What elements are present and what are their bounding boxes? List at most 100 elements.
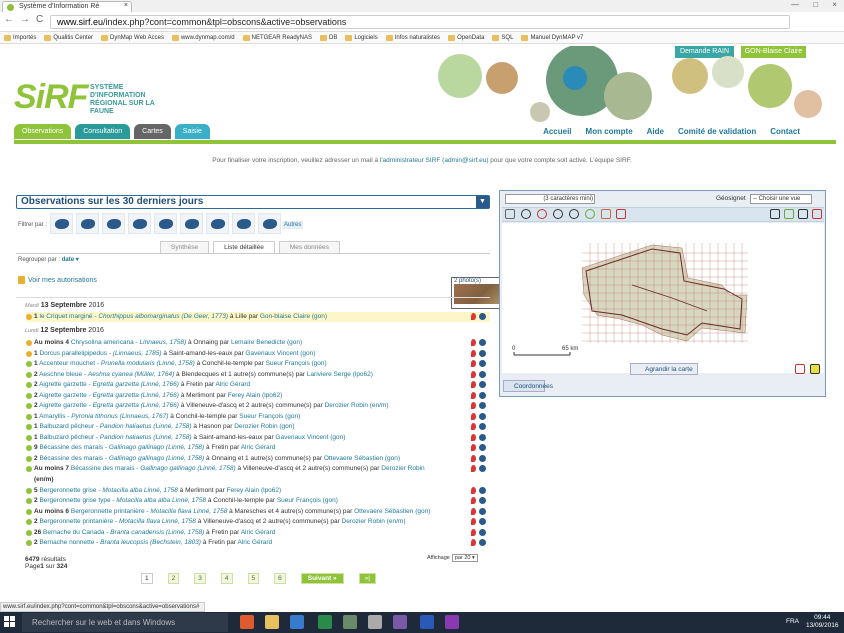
obs-observer-link[interactable]: Sueur François (gon): [277, 497, 338, 504]
admin-mail-link[interactable]: l'administrateur SIRF (admin@sirf.eu): [380, 157, 489, 164]
info-icon[interactable]: [479, 434, 486, 441]
map-pin-icon[interactable]: [471, 487, 476, 494]
map-pin-icon[interactable]: [471, 518, 476, 525]
top-menu-link[interactable]: Aide: [647, 127, 664, 136]
observation-row[interactable]: 2 Bernache nonnette - Branta leucopsis (…: [26, 538, 490, 548]
pin-tool-icon[interactable]: [795, 364, 805, 374]
forward-icon[interactable]: →: [20, 14, 30, 25]
app-taskbar-icon[interactable]: [343, 615, 357, 629]
draw-icon[interactable]: [616, 209, 626, 219]
filter-autres-button[interactable]: Autres: [282, 221, 304, 229]
bookmark-item[interactable]: DB: [320, 34, 337, 41]
next-page-button[interactable]: Suivant »: [300, 573, 344, 584]
map-pin-icon[interactable]: [471, 371, 476, 378]
app2-taskbar-icon[interactable]: [368, 615, 382, 629]
regroup-select[interactable]: date ▾: [62, 257, 79, 263]
obs-species-link[interactable]: Amaryllis - Pyronia tithonus (Linnaeus, …: [39, 413, 168, 420]
url-input[interactable]: www.sirf.eu/index.php?cont=common&tpl=ob…: [50, 15, 790, 29]
map-pin-icon[interactable]: [471, 529, 476, 536]
info-icon[interactable]: [479, 455, 486, 462]
obs-species-link[interactable]: Aeschne bleue - Aeshna cyanea (Müller, 1…: [39, 371, 174, 378]
map-pin-icon[interactable]: [471, 402, 476, 409]
filter-dragonfly[interactable]: [50, 213, 73, 234]
word-taskbar-icon[interactable]: [420, 615, 434, 629]
layers-icon[interactable]: [784, 209, 794, 219]
info-icon[interactable]: [479, 487, 486, 494]
info-icon[interactable]: [479, 402, 486, 409]
map-pin-icon[interactable]: [471, 444, 476, 451]
chrome-taskbar-icon[interactable]: [240, 615, 254, 629]
obs-species-link[interactable]: Bécassine des marais - Gallinago gallina…: [71, 465, 236, 472]
bookmark-item[interactable]: Infos naturalistes: [385, 34, 440, 41]
map-view[interactable]: 0 65 km: [502, 223, 824, 373]
obs-observer-link[interactable]: Gon-blaise Claire (gon): [260, 313, 327, 320]
bookmark-item[interactable]: Qualitis Center: [44, 34, 93, 41]
map-pin-icon[interactable]: [471, 350, 476, 357]
obs-species-link[interactable]: Aigrette garzette - Egretta garzetta (Li…: [39, 381, 179, 388]
top-menu-link[interactable]: Mon compte: [586, 127, 633, 136]
app4-taskbar-icon[interactable]: [445, 615, 459, 629]
obs-species-link[interactable]: Bergeronnette printanière - Motacilla fl…: [39, 518, 195, 525]
obs-observer-link[interactable]: Alric Gérard: [241, 444, 276, 451]
info-icon[interactable]: [479, 539, 486, 546]
filter-dolphin[interactable]: [258, 213, 281, 234]
map-pin-icon[interactable]: [471, 413, 476, 420]
zoom-previous-icon[interactable]: [585, 209, 595, 219]
map-pin-icon[interactable]: [471, 455, 476, 462]
bookmark-item[interactable]: OpenData: [448, 34, 484, 41]
minimize-button[interactable]: —: [791, 0, 799, 12]
info-icon[interactable]: [479, 508, 486, 515]
filter-bat[interactable]: [232, 213, 255, 234]
observation-row[interactable]: 2 Bergeronnette grise type - Motacilla a…: [26, 496, 490, 506]
observation-row[interactable]: 1 Amaryllis - Pyronia tithonus (Linnaeus…: [26, 412, 490, 422]
info-icon[interactable]: [479, 413, 486, 420]
app3-taskbar-icon[interactable]: [393, 615, 407, 629]
obs-species-link[interactable]: Bergeronnette grise type - Motacilla alb…: [39, 497, 206, 504]
obs-species-link[interactable]: Balbuzard pêcheur - Pandion haliaetus (L…: [39, 423, 191, 430]
pan-hand-icon[interactable]: [505, 209, 515, 219]
info-icon[interactable]: [479, 350, 486, 357]
map-pin-icon[interactable]: [471, 339, 476, 346]
obs-observer-link[interactable]: Sueur François (gon): [266, 360, 327, 367]
observation-row[interactable]: 2 Bergeronnette printanière - Motacilla …: [26, 517, 490, 527]
obs-observer-link[interactable]: Derozier Robin: [381, 465, 424, 472]
map-pin-icon[interactable]: [471, 423, 476, 430]
filter-bird[interactable]: [180, 213, 203, 234]
page-button-6[interactable]: 6: [274, 573, 286, 584]
info-icon[interactable]: [479, 423, 486, 430]
info-icon[interactable]: [479, 371, 486, 378]
sirf-logo[interactable]: SiRF SYSTÈME D'INFORMATION RÉGIONAL SUR …: [14, 80, 155, 115]
bookmark-item[interactable]: NETGEAR ReadyNAS: [242, 34, 312, 41]
page-button-3[interactable]: 3: [194, 573, 206, 584]
info-icon[interactable]: [479, 529, 486, 536]
zoom-icon[interactable]: [521, 209, 531, 219]
obs-observer-link[interactable]: Derozier Robin (gon): [234, 423, 294, 430]
nav-tab-consultation[interactable]: Consultation: [75, 124, 131, 139]
info-icon[interactable]: [479, 444, 486, 451]
info-icon[interactable]: [479, 518, 486, 525]
map-pin-icon[interactable]: [471, 508, 476, 515]
windows-start-icon[interactable]: [4, 616, 16, 628]
obs-species-link[interactable]: Bécassine des marais - Gallinago gallina…: [39, 455, 204, 462]
info-icon[interactable]: [479, 313, 486, 320]
link-icon[interactable]: [770, 209, 780, 219]
obs-species-link[interactable]: Bécassine des marais - Gallinago gallina…: [39, 444, 204, 451]
obs-species-link[interactable]: Bergeronnette printanière - Motacilla fl…: [71, 508, 227, 515]
geosignet-select[interactable]: -- Choisir une vue: [750, 194, 812, 204]
store-taskbar-icon[interactable]: [290, 615, 304, 629]
bookmark-item[interactable]: Importés: [4, 34, 36, 41]
observation-row[interactable]: 2 Aigrette garzette - Egretta garzetta (…: [26, 391, 490, 401]
bookmark-item[interactable]: Logiciels: [345, 34, 378, 41]
observation-row[interactable]: Au moins 7 Bécassine des marais - Gallin…: [26, 464, 490, 474]
observation-row[interactable]: 2 Aeschne bleue - Aeshna cyanea (Müller,…: [26, 370, 490, 380]
tab-close-icon[interactable]: ×: [124, 2, 128, 9]
obs-species-link[interactable]: Chrysolina americana - Linnaeus, 1758): [71, 339, 186, 346]
nav-tab-saisie[interactable]: Saisie: [174, 124, 210, 139]
obs-observer-link[interactable]: Lemaire Benedicte (gon): [231, 339, 302, 346]
info-icon[interactable]: [479, 392, 486, 399]
observation-row[interactable]: 1 Balbuzard pêcheur - Pandion haliaetus …: [26, 433, 490, 443]
filter-frog[interactable]: [154, 213, 177, 234]
obs-observer-link[interactable]: Gaveriaux Vincent (gon): [275, 434, 345, 441]
taskbar-search[interactable]: Rechercher sur le web et dans Windows: [22, 613, 228, 632]
obs-observer-link[interactable]: Ottevaere Sébastien (gon): [324, 455, 400, 462]
